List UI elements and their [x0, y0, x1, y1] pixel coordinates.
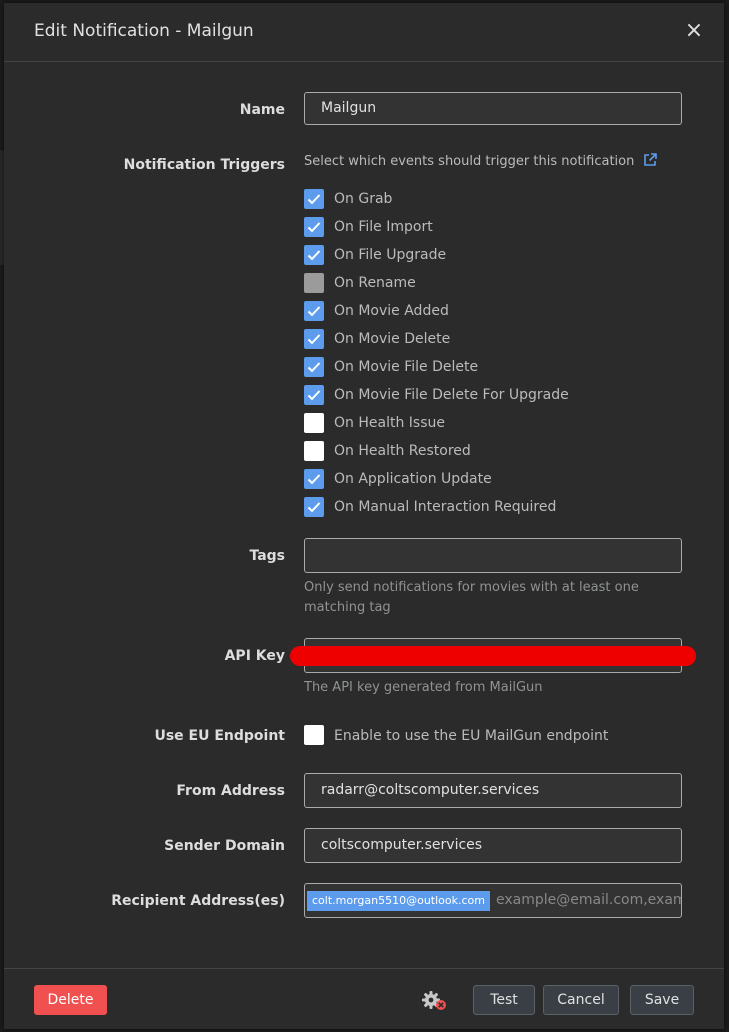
notification-triggers-label: Notification Triggers	[123, 157, 285, 173]
modal-footer: Delete Test Cancel Save	[4, 968, 724, 1030]
check-icon	[307, 306, 321, 317]
check-icon	[307, 334, 321, 345]
trigger-label: On Movie File Delete For Upgrade	[334, 387, 569, 403]
triggers-hint-text: Select which events should trigger this …	[304, 154, 635, 169]
save-button[interactable]: Save	[630, 985, 694, 1015]
recipient-chip[interactable]: colt.morgan5510@outlook.com	[307, 890, 490, 911]
tags-label: Tags	[249, 548, 285, 564]
trigger-label: On Movie Added	[334, 303, 449, 319]
tags-help: Only send notifications for movies with …	[304, 580, 639, 615]
trigger-checkbox[interactable]	[304, 497, 324, 517]
check-icon	[307, 194, 321, 205]
tags-input[interactable]	[304, 538, 682, 573]
api-key-help: The API key generated from MailGun	[304, 680, 543, 695]
trigger-label: On Health Issue	[334, 415, 445, 431]
trigger-label: On Rename	[334, 275, 416, 291]
trigger-checkbox[interactable]	[304, 357, 324, 377]
close-icon[interactable]: ×	[682, 19, 706, 43]
sender-domain-label: Sender Domain	[164, 838, 285, 854]
api-key-label: API Key	[224, 648, 285, 664]
sender-domain-input[interactable]: coltscomputer.services	[304, 828, 682, 863]
test-button[interactable]: Test	[473, 985, 535, 1015]
trigger-label: On Movie File Delete	[334, 359, 479, 375]
trigger-label: On Movie Delete	[334, 331, 451, 347]
trigger-checkbox[interactable]	[304, 245, 324, 265]
trigger-checkbox[interactable]	[304, 469, 324, 489]
check-icon	[307, 222, 321, 233]
recipient-addresses-input[interactable]: colt.morgan5510@outlook.com example@email…	[304, 883, 682, 918]
check-icon	[307, 250, 321, 261]
from-address-label: From Address	[176, 783, 285, 799]
trigger-checkbox[interactable]	[304, 441, 324, 461]
edit-notification-modal: Edit Notification - Mailgun × Name Mailg…	[4, 3, 724, 1029]
name-label: Name	[239, 102, 285, 118]
redaction-mark	[290, 646, 696, 666]
trigger-label: On Application Update	[334, 471, 492, 487]
cancel-button[interactable]: Cancel	[543, 985, 619, 1015]
delete-button[interactable]: Delete	[34, 985, 107, 1015]
trigger-label: On File Import	[334, 219, 433, 235]
trigger-checkbox[interactable]	[304, 413, 324, 433]
recipient-placeholder: example@email.com,examp	[496, 892, 682, 908]
trigger-checkbox[interactable]	[304, 301, 324, 321]
name-input[interactable]: Mailgun	[304, 92, 682, 125]
triggers-hint: Select which events should trigger this …	[304, 153, 657, 171]
eu-endpoint-label: Use EU Endpoint	[154, 728, 285, 744]
trigger-checkbox[interactable]	[304, 329, 324, 349]
trigger-checkbox[interactable]	[304, 189, 324, 209]
trigger-label: On Grab	[334, 191, 393, 207]
trigger-label: On Health Restored	[334, 443, 471, 459]
external-link-icon[interactable]	[643, 153, 657, 171]
trigger-checkbox[interactable]	[304, 217, 324, 237]
trigger-checkbox	[304, 273, 324, 293]
modal-header: Edit Notification - Mailgun ×	[4, 3, 724, 62]
check-icon	[307, 502, 321, 513]
check-icon	[307, 390, 321, 401]
eu-endpoint-checkbox[interactable]	[304, 725, 324, 745]
trigger-label: On File Upgrade	[334, 247, 447, 263]
check-icon	[307, 474, 321, 485]
trigger-label: On Manual Interaction Required	[334, 499, 557, 515]
check-icon	[307, 362, 321, 373]
from-address-input[interactable]: radarr@coltscomputer.services	[304, 773, 682, 808]
recipient-addresses-label: Recipient Address(es)	[111, 893, 285, 909]
eu-endpoint-checkbox-label: Enable to use the EU MailGun endpoint	[334, 728, 609, 744]
trigger-checkbox[interactable]	[304, 385, 324, 405]
gear-error-icon	[421, 989, 451, 1013]
modal-title: Edit Notification - Mailgun	[34, 21, 254, 41]
